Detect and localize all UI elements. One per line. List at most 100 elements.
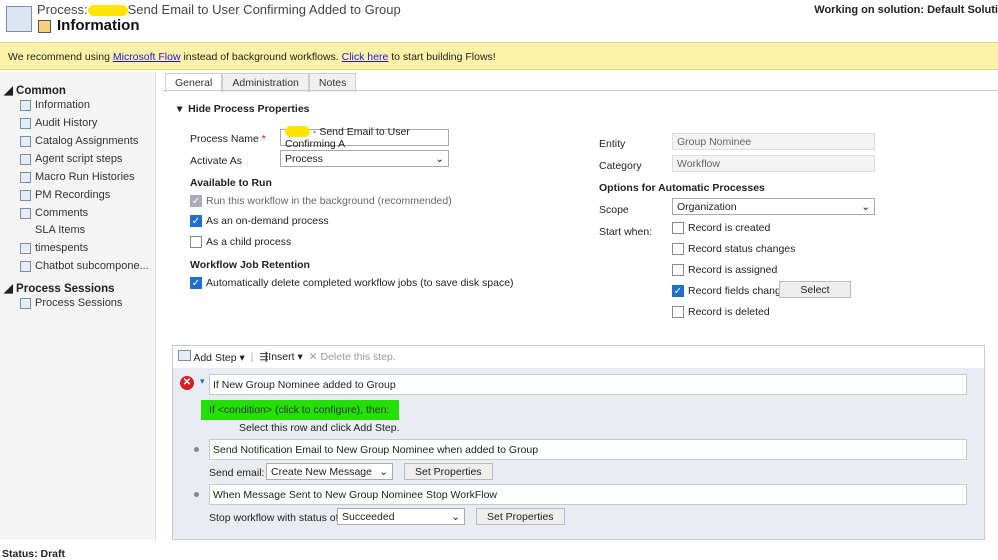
on-demand-checkbox[interactable]: ✓ As an on-demand process (190, 215, 329, 227)
sidebar: ◢ Common Information Audit History Catal… (0, 72, 156, 540)
checkbox-icon: ✓ (190, 277, 202, 289)
section-label: Process Sessions (16, 283, 115, 295)
recording-icon (20, 189, 31, 201)
sidebar-item-label: Process Sessions (35, 297, 123, 309)
send-email-select[interactable]: Create New Message ⌄ (266, 463, 393, 480)
sessions-icon (20, 297, 31, 309)
button-label: Delete this step. (320, 351, 396, 363)
chatbot-icon (20, 260, 31, 272)
sidebar-item-agent-script-steps[interactable]: Agent script steps (20, 153, 122, 165)
add-step-button[interactable]: Add Step ▾ (178, 350, 245, 364)
checkbox-label: Automatically delete completed workflow … (206, 277, 514, 289)
timespents-icon (20, 242, 31, 254)
record-status-checkbox[interactable]: Record status changes (672, 243, 795, 255)
sidebar-item-label: SLA Items (35, 224, 86, 236)
entity-field: Group Nominee (672, 133, 875, 150)
category-field: Workflow (672, 155, 875, 172)
run-background-checkbox[interactable]: ✓ Run this workflow in the background (re… (190, 195, 452, 207)
sidebar-section-process-sessions[interactable]: ◢ Process Sessions (4, 281, 115, 295)
insert-button[interactable]: ⇶Insert ▾ (259, 351, 302, 363)
sidebar-item-catalog-assignments[interactable]: Catalog Assignments (20, 135, 138, 147)
activate-as-label: Activate As (190, 155, 242, 167)
child-process-checkbox[interactable]: As a child process (190, 236, 291, 248)
close-icon: ✕ (308, 351, 318, 363)
microsoft-flow-link[interactable]: Microsoft Flow (113, 51, 181, 63)
click-here-link[interactable]: Click here (342, 51, 389, 63)
banner-text: We recommend using (8, 51, 113, 63)
available-to-run-heading: Available to Run (190, 177, 272, 189)
auto-delete-checkbox[interactable]: ✓ Automatically delete completed workflow… (190, 277, 514, 289)
record-assigned-checkbox[interactable]: Record is assigned (672, 264, 777, 276)
options-heading: Options for Automatic Processes (599, 182, 765, 194)
section-toggle-label: Hide Process Properties (188, 103, 310, 115)
send-email-label: Send email: (209, 467, 265, 479)
start-when-label: Start when: (599, 226, 653, 238)
record-fields-change-checkbox[interactable]: ✓ Record fields change (672, 285, 787, 297)
banner-text: instead of background workflows. (180, 51, 342, 63)
hide-process-properties[interactable]: ▾ Hide Process Properties (177, 103, 310, 115)
checkbox-label: Run this workflow in the background (rec… (206, 195, 452, 207)
sidebar-item-sla-items[interactable]: SLA Items (35, 224, 85, 236)
process-name: Send Email to User Confirming Added to G… (127, 2, 401, 17)
sidebar-section-common[interactable]: ◢ Common (4, 83, 66, 97)
audit-icon (20, 117, 31, 129)
stop-workflow-step-row[interactable]: When Message Sent to New Group Nominee S… (209, 484, 967, 505)
record-created-checkbox[interactable]: Record is created (672, 222, 770, 234)
sidebar-item-process-sessions[interactable]: Process Sessions (20, 297, 122, 309)
if-step-row[interactable]: If New Group Nominee added to Group (209, 374, 967, 395)
designer-toolbar: Add Step ▾ | ⇶Insert ▾ ✕ Delete this ste… (173, 346, 984, 368)
checkbox-icon (672, 306, 684, 318)
checkbox-icon (672, 243, 684, 255)
sidebar-item-pm-recordings[interactable]: PM Recordings (20, 189, 110, 201)
stop-status-select[interactable]: Succeeded ⌄ (337, 508, 465, 525)
select-value: Organization (677, 200, 737, 213)
process-icon (6, 6, 32, 32)
banner-text: to start building Flows! (388, 51, 496, 63)
record-deleted-checkbox[interactable]: Record is deleted (672, 306, 770, 318)
macro-icon (20, 171, 31, 183)
button-label: Add Step (193, 352, 237, 364)
chevron-down-icon: ⌄ (435, 152, 444, 165)
sidebar-item-timespents[interactable]: timespents (20, 242, 88, 254)
process-name-input[interactable]: - Send Email to User Confirming A (280, 126, 449, 150)
chevron-down-icon: ⌄ (451, 510, 460, 523)
sidebar-item-label: Information (35, 99, 91, 111)
sidebar-item-macro-run-histories[interactable]: Macro Run Histories (20, 171, 135, 183)
sidebar-item-label: timespents (35, 242, 89, 254)
activate-as-select[interactable]: Process ⌄ (280, 150, 449, 167)
flow-banner: We recommend using Microsoft Flow instea… (0, 42, 998, 70)
checkbox-icon: ✓ (190, 215, 202, 227)
workflow-icon (38, 20, 51, 33)
redaction (87, 5, 128, 17)
select-fields-button[interactable]: Select (779, 281, 851, 298)
stop-status-label: Stop workflow with status of: (209, 512, 342, 524)
sidebar-item-chatbot[interactable]: Chatbot subcompone... (20, 260, 149, 272)
checkbox-label: As an on-demand process (206, 215, 329, 227)
bullet-icon (194, 447, 199, 452)
page-title: Information (57, 17, 140, 34)
set-properties-button[interactable]: Set Properties (404, 463, 493, 480)
retention-heading: Workflow Job Retention (190, 259, 310, 271)
checkbox-icon (190, 236, 202, 248)
workflow-designer: Add Step ▾ | ⇶Insert ▾ ✕ Delete this ste… (172, 345, 985, 540)
delete-step-button[interactable]: ✕ Delete this step. (309, 351, 396, 363)
checkbox-label: As a child process (206, 236, 292, 248)
send-email-step-row[interactable]: Send Notification Email to New Group Nom… (209, 439, 967, 460)
divider: | (250, 351, 254, 363)
collapse-icon[interactable]: ▾ (200, 376, 205, 387)
set-properties-button[interactable]: Set Properties (476, 508, 565, 525)
bullet-icon (194, 492, 199, 497)
redaction (285, 126, 310, 138)
sidebar-item-label: PM Recordings (35, 189, 111, 201)
checkbox-label: Record fields change (688, 285, 787, 297)
scope-select[interactable]: Organization ⌄ (672, 198, 875, 215)
add-step-hint: Select this row and click Add Step. (239, 422, 400, 434)
sidebar-item-audit-history[interactable]: Audit History (20, 117, 97, 129)
comments-icon (20, 207, 31, 219)
sidebar-item-comments[interactable]: Comments (20, 207, 88, 219)
sidebar-item-label: Agent script steps (35, 153, 123, 165)
sidebar-item-information[interactable]: Information (20, 99, 90, 111)
condition-link[interactable]: If <condition> (click to configure), the… (201, 400, 399, 420)
divider (163, 90, 998, 91)
select-value: Process (285, 152, 323, 165)
